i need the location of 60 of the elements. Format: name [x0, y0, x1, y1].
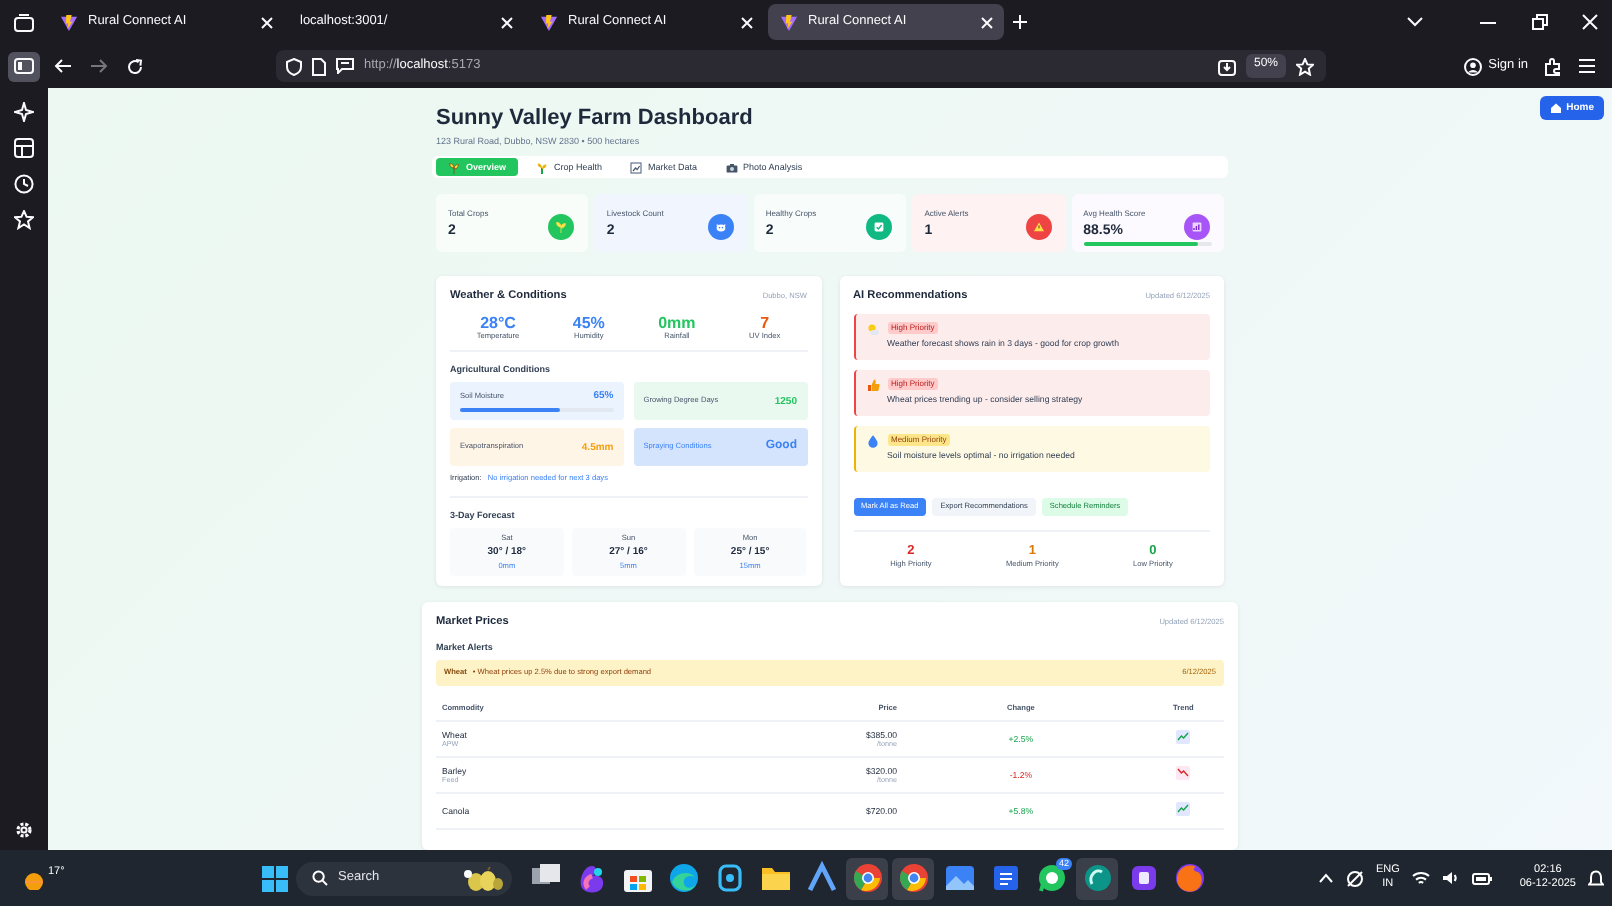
back-icon[interactable]	[54, 58, 72, 74]
check-icon	[872, 220, 887, 235]
triangle-logo-icon	[780, 13, 798, 31]
settings-icon[interactable]	[14, 820, 34, 840]
forward-icon[interactable]	[90, 58, 108, 74]
volume-icon[interactable]	[1441, 870, 1460, 886]
metric-value: 28°C	[478, 313, 518, 332]
reload-icon[interactable]	[126, 57, 144, 75]
location-off-icon[interactable]	[1345, 869, 1364, 887]
triangle-logo-icon	[540, 13, 558, 31]
extensions-icon[interactable]	[1544, 57, 1562, 75]
windows-icon	[262, 865, 288, 891]
download-icon[interactable]	[1217, 57, 1236, 75]
close-icon[interactable]	[740, 15, 754, 29]
close-icon[interactable]	[1582, 14, 1598, 30]
close-icon[interactable]	[980, 15, 994, 29]
triangle-logo-icon	[60, 13, 78, 31]
sprout-icon	[536, 161, 549, 174]
sidebar-toggle-button[interactable]	[8, 51, 40, 81]
sidebar-icon	[14, 58, 34, 74]
bookmark-star-icon[interactable]	[1296, 57, 1314, 75]
account-icon	[1464, 57, 1483, 75]
browser-icon[interactable]	[846, 857, 888, 899]
sprout-icon	[554, 220, 569, 235]
restore-icon[interactable]	[1532, 14, 1548, 30]
animal-icon	[713, 220, 728, 235]
layout-icon[interactable]	[14, 138, 34, 158]
history-icon[interactable]	[14, 174, 34, 194]
star-icon[interactable]	[14, 210, 34, 230]
close-icon[interactable]	[500, 15, 514, 29]
metric-value: 45%	[572, 313, 605, 332]
chart-icon	[1190, 220, 1205, 235]
chart-icon	[630, 161, 643, 174]
chevron-up-icon[interactable]	[1317, 872, 1334, 884]
droplet-icon	[865, 433, 879, 448]
swirl-app-icon[interactable]	[1076, 857, 1118, 899]
notification-bell-icon[interactable]	[1588, 869, 1604, 887]
page-title: Sunny Valley Farm Dashboard	[436, 106, 755, 132]
start-button[interactable]	[262, 865, 288, 891]
sprout-icon	[448, 161, 460, 174]
close-icon[interactable]	[260, 15, 274, 29]
shield-icon[interactable]	[286, 57, 302, 75]
wifi-icon[interactable]	[1411, 870, 1430, 886]
search-icon	[312, 870, 328, 886]
sun-cloud-icon	[865, 321, 879, 336]
battery-icon[interactable]	[1471, 871, 1492, 885]
chevron-down-icon[interactable]	[1406, 16, 1424, 28]
warning-icon	[1031, 220, 1046, 235]
reader-icon[interactable]	[336, 58, 354, 74]
metric-value: 0mm	[658, 313, 696, 332]
metric-value: 7	[758, 313, 772, 332]
new-tab-icon[interactable]	[1012, 14, 1028, 30]
menu-icon[interactable]	[1578, 58, 1596, 74]
tab-list-icon[interactable]	[14, 13, 34, 31]
thumbs-up-icon	[865, 377, 879, 392]
browser-icon[interactable]	[892, 857, 934, 899]
house-icon	[1550, 102, 1563, 114]
page-icon[interactable]	[312, 57, 326, 75]
camera-icon	[725, 161, 738, 174]
sparkle-icon[interactable]	[14, 102, 34, 122]
